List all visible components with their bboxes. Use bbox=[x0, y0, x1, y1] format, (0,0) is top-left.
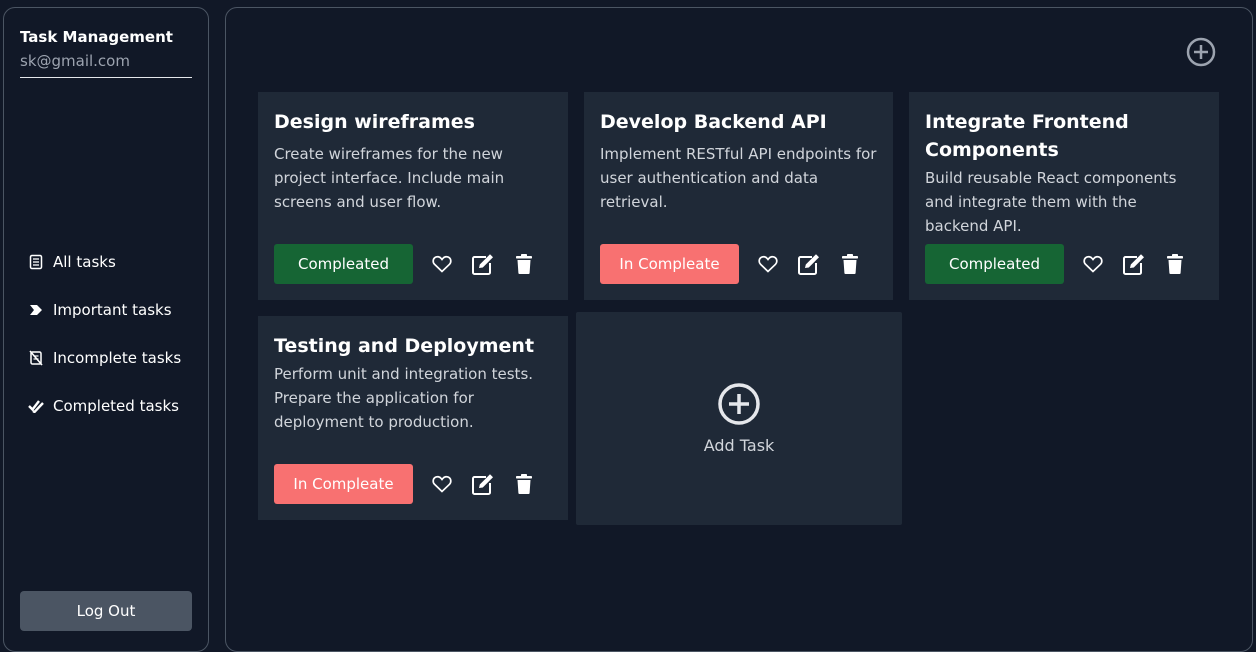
task-description: Build reusable React components and inte… bbox=[925, 169, 1177, 235]
task-actions: In Compleate bbox=[274, 464, 536, 504]
task-description: Implement RESTful API endpoints for user… bbox=[600, 145, 877, 211]
edit-icon[interactable] bbox=[471, 252, 495, 276]
main-panel: Design wireframes Create wireframes for … bbox=[225, 7, 1253, 652]
double-check-icon bbox=[28, 398, 44, 414]
trash-icon[interactable] bbox=[838, 252, 862, 276]
edit-icon[interactable] bbox=[471, 472, 495, 496]
sidebar-item-label: All tasks bbox=[53, 253, 116, 271]
sidebar-item-label: Incomplete tasks bbox=[53, 349, 182, 367]
arrow-tag-icon bbox=[28, 302, 44, 318]
sidebar-item-important-tasks[interactable]: Important tasks bbox=[28, 298, 181, 322]
task-description: Perform unit and integration tests. Prep… bbox=[274, 365, 534, 431]
add-task-icon[interactable] bbox=[1185, 36, 1217, 68]
sidebar-item-incomplete-tasks[interactable]: Incomplete tasks bbox=[28, 346, 181, 370]
trash-icon[interactable] bbox=[1163, 252, 1187, 276]
status-button[interactable]: In Compleate bbox=[600, 244, 739, 284]
heart-icon[interactable] bbox=[756, 252, 780, 276]
heart-icon[interactable] bbox=[1081, 252, 1105, 276]
user-email: sk@gmail.com bbox=[20, 52, 130, 70]
clipboard-list-icon bbox=[28, 254, 44, 270]
sidebar-nav: All tasks Important tasks Incomplete tas… bbox=[28, 250, 181, 442]
clipboard-slash-icon bbox=[28, 350, 44, 366]
app-title: Task Management bbox=[20, 28, 173, 46]
task-card: Testing and Deployment Perform unit and … bbox=[258, 316, 568, 520]
add-task-card[interactable]: Add Task bbox=[576, 312, 902, 525]
sidebar: Task Management sk@gmail.com All tasks I… bbox=[3, 7, 209, 652]
trash-icon[interactable] bbox=[512, 252, 536, 276]
status-button[interactable]: Compleated bbox=[925, 244, 1064, 284]
task-title: Integrate Frontend Components bbox=[925, 111, 1129, 161]
task-title: Develop Backend API bbox=[600, 111, 827, 133]
edit-icon[interactable] bbox=[797, 252, 821, 276]
task-card: Integrate Frontend Components Build reus… bbox=[909, 92, 1219, 300]
sidebar-item-label: Completed tasks bbox=[53, 397, 179, 415]
task-card: Design wireframes Create wireframes for … bbox=[258, 92, 568, 300]
heart-icon[interactable] bbox=[430, 472, 454, 496]
status-button[interactable]: Compleated bbox=[274, 244, 413, 284]
heart-icon[interactable] bbox=[430, 252, 454, 276]
task-title: Testing and Deployment bbox=[274, 335, 535, 357]
sidebar-item-all-tasks[interactable]: All tasks bbox=[28, 250, 181, 274]
user-profile: Task Management sk@gmail.com bbox=[20, 27, 192, 78]
task-actions: Compleated bbox=[274, 244, 536, 284]
task-title: Design wireframes bbox=[274, 111, 475, 133]
task-description: Create wireframes for the new project in… bbox=[274, 145, 505, 211]
sidebar-item-completed-tasks[interactable]: Completed tasks bbox=[28, 394, 181, 418]
add-task-label: Add Task bbox=[703, 436, 775, 455]
task-actions: In Compleate bbox=[600, 244, 862, 284]
logout-button[interactable]: Log Out bbox=[20, 591, 192, 631]
plus-circle-icon bbox=[717, 382, 761, 430]
task-card: Develop Backend API Implement RESTful AP… bbox=[584, 92, 893, 300]
trash-icon[interactable] bbox=[512, 472, 536, 496]
edit-icon[interactable] bbox=[1122, 252, 1146, 276]
status-button[interactable]: In Compleate bbox=[274, 464, 413, 504]
task-actions: Compleated bbox=[925, 244, 1187, 284]
sidebar-item-label: Important tasks bbox=[53, 301, 172, 319]
